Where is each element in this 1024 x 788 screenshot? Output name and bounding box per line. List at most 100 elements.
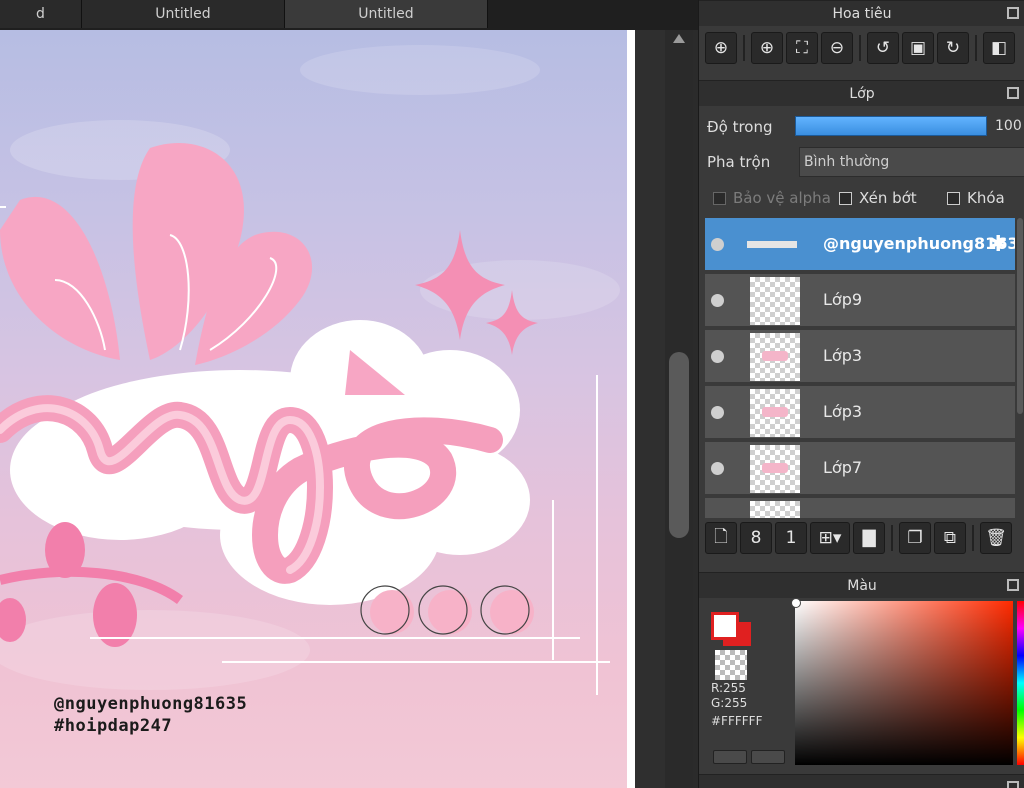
reset-view-icon[interactable]: ▣	[902, 32, 934, 64]
duplicate-layer-icon[interactable]: ❐	[899, 522, 931, 554]
toolbar-separator	[859, 35, 861, 61]
thumbnail-mark	[762, 351, 788, 361]
toolbar-separator	[975, 35, 977, 61]
add-layer-menu-icon[interactable]: ⊞▾	[810, 522, 850, 554]
layer-row[interactable]: Lớp3	[705, 330, 1015, 384]
layer-thumbnail	[750, 277, 800, 325]
layer-name: Lớp3	[823, 402, 863, 421]
blend-mode-select[interactable]: Bình thường	[799, 147, 1024, 177]
lock-label: Khóa	[967, 189, 1005, 207]
zoom-in-icon[interactable]: ⊕	[751, 32, 783, 64]
canvas-vertical-scrollbar[interactable]	[665, 30, 693, 788]
opacity-slider[interactable]	[795, 116, 987, 136]
thumbnail-mark	[747, 241, 797, 248]
layer-name: @nguyenphuong81635	[823, 234, 1015, 253]
document-tab-bar: d Untitled Untitled	[0, 0, 698, 30]
tab-label: d	[36, 6, 45, 22]
popout-icon[interactable]	[1007, 7, 1019, 19]
clipping-checkbox[interactable]: Xén bớt	[839, 189, 917, 207]
layer-panel-title: Lớp	[849, 86, 875, 102]
rotate-right-icon[interactable]: ↻	[937, 32, 969, 64]
lock-checkbox[interactable]: Khóa	[947, 189, 1005, 207]
opacity-label: Độ trong	[707, 118, 773, 136]
checkbox-box[interactable]	[713, 191, 726, 205]
zoom-out-icon[interactable]: ⊖	[821, 32, 853, 64]
navigator-title-bar: Hoa tiêu	[699, 0, 1024, 26]
hue-slider[interactable]	[1017, 601, 1024, 765]
navigator-toolbar: ⊕ ⊕ ⛶ ⊖ ↺ ▣ ↻ ◧	[699, 32, 1024, 64]
visibility-icon[interactable]	[711, 238, 724, 251]
popout-icon[interactable]	[1007, 781, 1019, 788]
layer-thumbnail	[750, 445, 800, 493]
layer-thumbnail	[750, 501, 800, 518]
checkbox-box[interactable]	[839, 191, 852, 205]
tab-document-1[interactable]: d	[0, 0, 82, 28]
canvas-artwork	[0, 45, 620, 695]
new-1bit-layer-icon[interactable]: 1	[775, 522, 807, 554]
popout-icon[interactable]	[1007, 579, 1019, 591]
layer-row[interactable]	[705, 498, 1015, 518]
layer-row[interactable]: Lớp3	[705, 386, 1015, 440]
layer-row-selected[interactable]: @nguyenphuong81635 ✱	[705, 218, 1015, 272]
protect-alpha-label: Bảo vệ alpha	[733, 189, 831, 207]
layer-name: Lớp9	[823, 290, 863, 309]
new-layer-icon[interactable]: 🗋	[705, 522, 737, 554]
next-panel-title-bar	[699, 774, 1024, 788]
clipping-label: Xén bớt	[859, 189, 917, 207]
saturation-value-picker[interactable]	[795, 601, 1013, 765]
side-panel: Hoa tiêu ⊕ ⊕ ⛶ ⊖ ↺ ▣ ↻ ◧ Lớp Độ trong 10…	[698, 0, 1024, 788]
watermark-tag: #hoipdap247	[54, 716, 173, 736]
fit-screen-icon[interactable]: ⛶	[786, 32, 818, 64]
toolbar-separator	[743, 35, 745, 61]
visibility-icon[interactable]	[711, 462, 724, 475]
zoom-actual-icon[interactable]: ⊕	[705, 32, 737, 64]
scroll-up-icon[interactable]	[673, 34, 685, 43]
layer-thumbnail	[750, 389, 800, 437]
navigator-title: Hoa tiêu	[832, 6, 892, 22]
drawing-canvas[interactable]: @nguyenphuong81635 #hoipdap247	[0, 30, 627, 788]
flip-icon[interactable]: ◧	[983, 32, 1015, 64]
canvas-border	[627, 30, 635, 788]
blend-mode-label: Pha trộn	[707, 153, 771, 171]
layer-list-scrollbar[interactable]	[1017, 218, 1023, 414]
scrollbar-thumb[interactable]	[669, 352, 689, 538]
thumbnail-mark	[762, 407, 788, 417]
protect-alpha-checkbox[interactable]: Bảo vệ alpha	[713, 189, 831, 207]
layer-row[interactable]: Lớp9	[705, 274, 1015, 328]
checkbox-box[interactable]	[947, 191, 960, 205]
visibility-icon[interactable]	[711, 350, 724, 363]
folder-icon[interactable]: ▇	[853, 522, 885, 554]
red-value: R:255	[711, 681, 746, 695]
popout-icon[interactable]	[1007, 87, 1019, 99]
opacity-value: 100	[995, 118, 1022, 134]
layer-panel-title-bar: Lớp	[699, 80, 1024, 106]
visibility-icon[interactable]	[711, 294, 724, 307]
new-8bit-layer-icon[interactable]: 8	[740, 522, 772, 554]
foreground-color-swatch[interactable]	[711, 612, 739, 640]
layer-list: @nguyenphuong81635 ✱ Lớp9 Lớp3 Lớp3 Lớp7	[705, 218, 1015, 518]
layer-row[interactable]: Lớp7	[705, 442, 1015, 496]
delete-layer-icon[interactable]: 🗑	[980, 522, 1012, 554]
layer-actions-toolbar: 🗋 8 1 ⊞▾ ▇ ❐ ⧉ 🗑	[699, 522, 1024, 554]
layer-thumbnail	[750, 333, 800, 381]
transparent-color-swatch[interactable]	[715, 650, 747, 680]
color-panel-title-bar: Màu	[699, 572, 1024, 598]
tab-document-2[interactable]: Untitled	[82, 0, 285, 28]
color-picker-cursor[interactable]	[791, 598, 801, 608]
gear-icon[interactable]: ✱	[989, 232, 1007, 257]
merge-down-icon[interactable]: ⧉	[934, 522, 966, 554]
toolbar-separator	[972, 525, 974, 551]
color-panel-title: Màu	[847, 578, 877, 594]
tab-document-3[interactable]: Untitled	[285, 0, 488, 28]
green-value: G:255	[711, 696, 748, 710]
tab-label: Untitled	[155, 6, 211, 22]
layer-name: Lớp7	[823, 458, 863, 477]
rotate-left-icon[interactable]: ↺	[867, 32, 899, 64]
eyedropper-button[interactable]	[751, 750, 785, 764]
canvas-area[interactable]: @nguyenphuong81635 #hoipdap247	[0, 30, 665, 788]
visibility-icon[interactable]	[711, 406, 724, 419]
layer-thumbnail	[727, 221, 817, 269]
thumbnail-mark	[762, 463, 788, 473]
layer-name: Lớp3	[823, 346, 863, 365]
add-color-button[interactable]	[713, 750, 747, 764]
